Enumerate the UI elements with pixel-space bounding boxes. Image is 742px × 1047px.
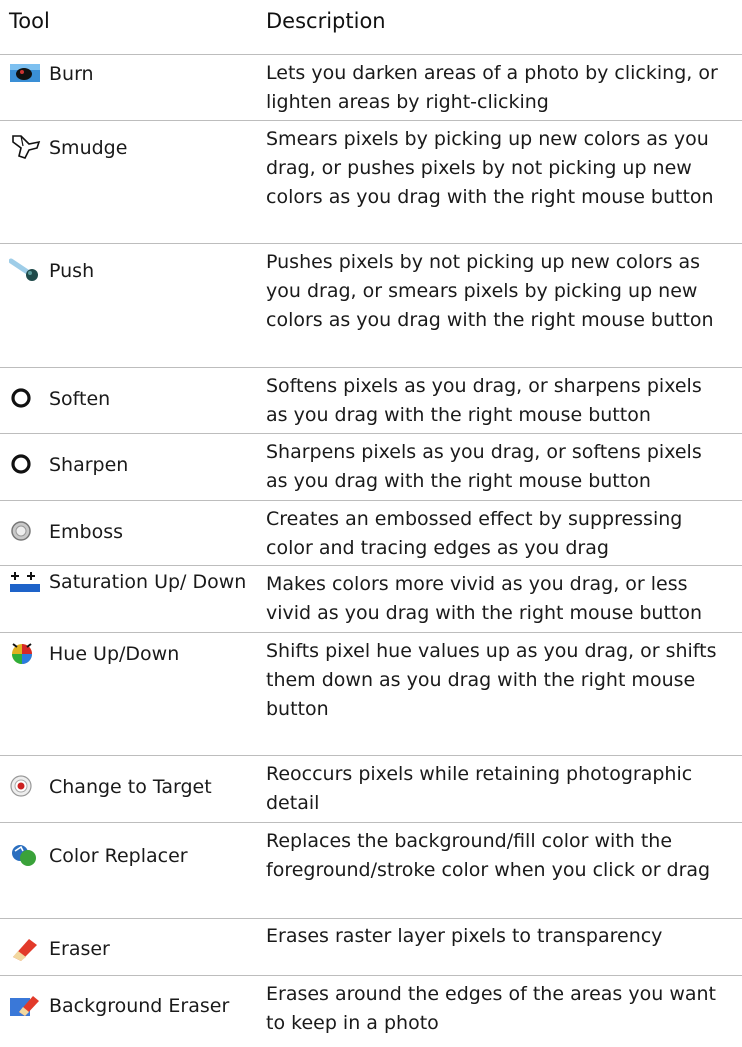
table-row: Saturation Up/ Down Makes colors more vi… bbox=[0, 566, 742, 633]
saturation-icon bbox=[9, 568, 43, 594]
description-cell: Shifts pixel hue values up as you drag, … bbox=[266, 640, 717, 720]
tool-name: Soften bbox=[49, 388, 111, 410]
table-row: Smudge Smears pixels by picking up new c… bbox=[0, 121, 742, 244]
sharpen-icon bbox=[9, 451, 43, 477]
tool-name: Burn bbox=[49, 63, 94, 85]
tool-name: Saturation Up/ Down bbox=[49, 571, 247, 593]
push-icon bbox=[9, 257, 43, 283]
tool-name: Sharpen bbox=[49, 454, 129, 476]
table-row: Soften Softens pixels as you drag, or sh… bbox=[0, 368, 742, 434]
description-cell: Lets you darken areas of a photo by clic… bbox=[266, 62, 718, 113]
description-cell: Pushes pixels by not picking up new colo… bbox=[266, 251, 714, 331]
tool-cell: Background Eraser bbox=[9, 992, 259, 1021]
tool-cell: Color Replacer bbox=[9, 842, 259, 871]
tool-cell: Hue Up/Down bbox=[9, 640, 259, 669]
soften-icon bbox=[9, 385, 43, 411]
tool-name: Color Replacer bbox=[49, 845, 188, 867]
tool-cell: Change to Target bbox=[9, 773, 259, 802]
description-cell: Erases raster layer pixels to transparen… bbox=[266, 925, 663, 947]
tool-name: Background Eraser bbox=[49, 995, 230, 1017]
target-icon bbox=[9, 773, 43, 799]
description-cell: Softens pixels as you drag, or sharpens … bbox=[266, 375, 702, 426]
background-eraser-icon bbox=[9, 992, 43, 1018]
table-row: Color Replacer Replaces the background/f… bbox=[0, 823, 742, 919]
tool-cell: Emboss bbox=[9, 518, 259, 547]
emboss-icon bbox=[9, 518, 43, 544]
description-cell: Smears pixels by picking up new colors a… bbox=[266, 128, 714, 208]
tool-name: Emboss bbox=[49, 521, 123, 543]
description-cell: Creates an embossed effect by suppressin… bbox=[266, 508, 683, 559]
description-cell: Reoccurs pixels while retaining photogra… bbox=[266, 763, 693, 814]
tool-name: Hue Up/Down bbox=[49, 643, 180, 665]
header-description: Description bbox=[266, 9, 386, 33]
color-replacer-icon bbox=[9, 842, 43, 868]
description-cell: Makes colors more vivid as you drag, or … bbox=[266, 573, 703, 624]
table-row: Change to Target Reoccurs pixels while r… bbox=[0, 756, 742, 823]
hue-icon bbox=[9, 640, 43, 666]
burn-icon bbox=[9, 60, 43, 86]
tool-name: Push bbox=[49, 260, 95, 282]
description-cell: Erases around the edges of the areas you… bbox=[266, 983, 716, 1034]
tool-name: Eraser bbox=[49, 938, 110, 960]
tool-cell: Soften bbox=[9, 385, 259, 414]
tool-name: Smudge bbox=[49, 137, 128, 159]
eraser-icon bbox=[9, 935, 43, 961]
table-row: Eraser Erases raster layer pixels to tra… bbox=[0, 919, 742, 976]
header-tool: Tool bbox=[9, 9, 50, 33]
tool-cell: Smudge bbox=[9, 134, 259, 163]
tool-table: Tool Description Burn Lets you darken ar… bbox=[0, 0, 742, 1047]
tool-cell: Push bbox=[9, 257, 259, 286]
tool-cell: Saturation Up/ Down bbox=[9, 568, 259, 597]
table-row: Hue Up/Down Shifts pixel hue values up a… bbox=[0, 633, 742, 756]
table-row: Push Pushes pixels by not picking up new… bbox=[0, 244, 742, 368]
tool-cell: Burn bbox=[9, 60, 259, 89]
table-row: Sharpen Sharpens pixels as you drag, or … bbox=[0, 434, 742, 501]
table-row: Background Eraser Erases around the edge… bbox=[0, 976, 742, 1047]
tool-name: Change to Target bbox=[49, 776, 212, 798]
smudge-icon bbox=[9, 134, 43, 160]
table-row: Emboss Creates an embossed effect by sup… bbox=[0, 501, 742, 566]
description-cell: Sharpens pixels as you drag, or softens … bbox=[266, 441, 702, 492]
table-header: Tool Description bbox=[0, 0, 742, 55]
tool-cell: Eraser bbox=[9, 935, 259, 964]
description-cell: Replaces the background/fill color with … bbox=[266, 830, 711, 881]
tool-cell: Sharpen bbox=[9, 451, 259, 480]
table-row: Burn Lets you darken areas of a photo by… bbox=[0, 55, 742, 121]
